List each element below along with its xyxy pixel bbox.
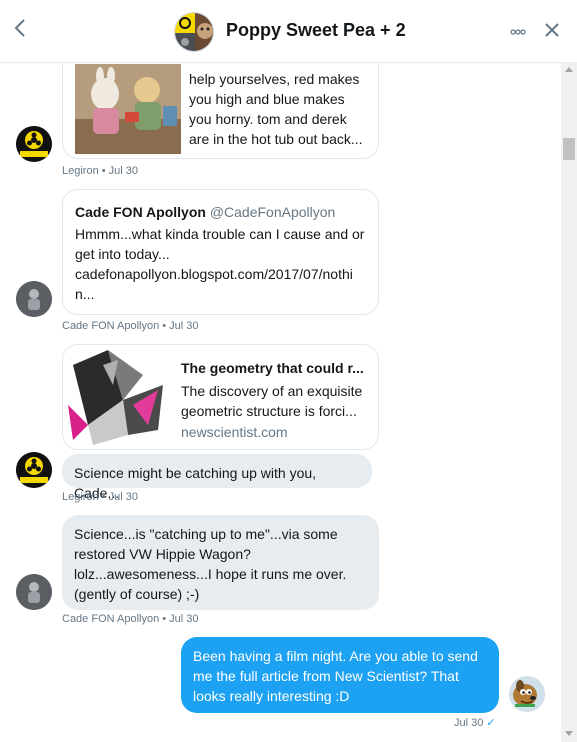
message-meta: Jul 30 ✓	[454, 716, 496, 729]
avatar[interactable]	[16, 126, 52, 162]
geometry-thumbnail-image	[63, 345, 169, 449]
more-options-button[interactable]	[510, 22, 526, 38]
message-list[interactable]: help yourselves, red makes you high and …	[0, 63, 561, 742]
biohazard-icon	[16, 126, 52, 162]
link-title[interactable]: The geometry that could r...	[181, 360, 364, 376]
back-button[interactable]	[14, 18, 36, 44]
message-text-line: Been having a film night. Are you able t…	[193, 648, 478, 664]
message-text-line: help yourselves, red makes	[189, 71, 360, 87]
tweet-text-line: n...	[75, 286, 95, 302]
chevron-left-icon	[14, 19, 25, 37]
link-domain: newscientist.com	[181, 424, 288, 440]
message-text-line: looks really interesting :D	[193, 688, 350, 704]
message-bubble[interactable]: Science...is "catching up to me"...via s…	[62, 515, 379, 610]
message-text-line: restored VW Hippie Wagon?	[74, 546, 251, 562]
link-description-line: The discovery of an exquisite	[181, 383, 363, 399]
link-preview-card[interactable]: The geometry that could r... The discove…	[62, 344, 379, 450]
scroll-up-arrow-icon[interactable]	[565, 67, 573, 72]
conversation-header: Poppy Sweet Pea + 2	[0, 0, 577, 63]
scrollbar[interactable]	[561, 63, 577, 742]
message-meta: Legiron • Jul 30	[62, 165, 139, 177]
link-description-line: geometric structure is forci...	[181, 403, 357, 419]
avatar[interactable]	[16, 452, 52, 488]
scrollbar-thumb[interactable]	[563, 138, 575, 160]
cartoon-dog-icon	[509, 676, 545, 712]
avatar[interactable]	[16, 281, 52, 317]
conversation-title[interactable]: Poppy Sweet Pea + 2	[226, 20, 406, 41]
message-text-line: are in the hot tub out back...	[189, 131, 363, 147]
avatar[interactable]	[16, 574, 52, 610]
message-text-line: me the full article from New Scientist? …	[193, 668, 459, 684]
sent-check-icon: ✓	[486, 717, 496, 729]
quoted-tweet-card[interactable]: Cade FON Apollyon @CadeFonApollyon Hmmm.…	[62, 189, 379, 315]
message-text-line: you horny. tom and derek	[189, 111, 347, 127]
message-bubble[interactable]: Science might be catching up with you, C…	[62, 454, 372, 501]
message-meta: Cade FON Apollyon • Jul 30	[62, 320, 199, 332]
toy-photo-image	[75, 64, 181, 154]
own-message-bubble[interactable]: Been having a film night. Are you able t…	[181, 637, 499, 713]
message-text-line: lolz...awesomeness...I hope it runs me o…	[74, 566, 347, 582]
message-text-line: you high and blue makes	[189, 91, 345, 107]
message-meta: Legiron • Jul 30	[62, 491, 139, 503]
tweet-link-line[interactable]: cadefonapollyon.blogspot.com/2017/07/not…	[75, 264, 353, 284]
avatar[interactable]	[509, 676, 545, 712]
close-button[interactable]	[544, 18, 560, 44]
tweet-handle[interactable]: @CadeFonApollyon	[210, 204, 336, 220]
tweet-author[interactable]: Cade FON Apollyon	[75, 204, 206, 220]
biohazard-icon	[16, 452, 52, 488]
message-card[interactable]: help yourselves, red makes you high and …	[62, 63, 379, 159]
silhouette-icon	[16, 574, 52, 610]
message-time: Jul 30	[454, 717, 484, 729]
group-avatar-image	[175, 13, 213, 51]
more-icon	[510, 29, 526, 35]
tweet-text-line: get into today...	[75, 246, 170, 262]
silhouette-icon	[16, 281, 52, 317]
close-icon	[545, 23, 559, 37]
group-avatar[interactable]	[174, 12, 214, 52]
message-text-line: (gently of course) ;-)	[74, 586, 200, 602]
message-text-line: Science...is "catching up to me"...via s…	[74, 526, 338, 542]
tweet-text-line: Hmmm...what kinda trouble can I cause an…	[75, 226, 365, 242]
message-meta: Cade FON Apollyon • Jul 30	[62, 613, 199, 625]
scroll-down-arrow-icon[interactable]	[565, 731, 573, 736]
